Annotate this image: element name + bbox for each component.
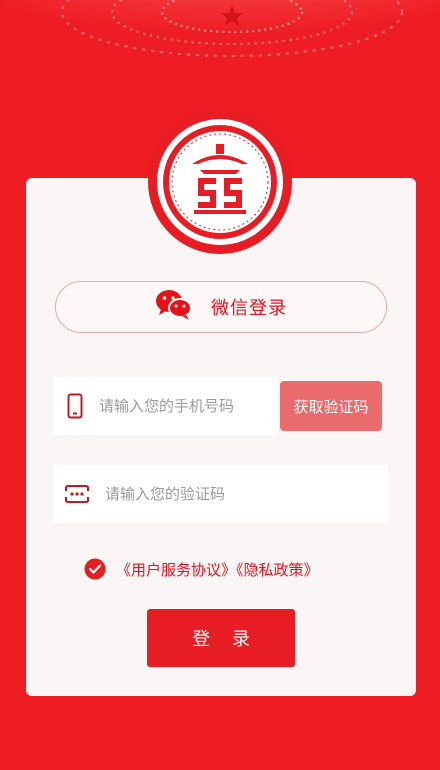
header-decoration	[0, 0, 440, 80]
phone-input[interactable]	[97, 396, 271, 416]
emblem-icon	[148, 110, 292, 254]
wechat-login-button[interactable]: 微信登录	[55, 281, 387, 333]
agreement-row: 《用户服务协议》《隐私政策》	[84, 558, 319, 580]
code-field[interactable]	[53, 465, 388, 523]
login-button[interactable]: 登 录	[147, 609, 295, 667]
get-code-button[interactable]: 获取验证码	[280, 381, 382, 431]
check-icon	[84, 558, 106, 580]
code-input[interactable]	[103, 484, 367, 504]
user-agreement-link[interactable]: 《用户服务协议》	[116, 561, 236, 579]
dots-icon	[65, 485, 89, 503]
privacy-policy-link[interactable]: 《隐私政策》	[236, 561, 319, 579]
decorative-pattern	[0, 0, 440, 80]
logo-emblem	[146, 108, 294, 256]
agreement-checkbox[interactable]	[84, 558, 106, 580]
phone-icon	[67, 393, 83, 419]
wechat-login-label: 微信登录	[211, 298, 287, 319]
wechat-icon	[155, 289, 193, 325]
phone-field[interactable]	[53, 377, 278, 435]
